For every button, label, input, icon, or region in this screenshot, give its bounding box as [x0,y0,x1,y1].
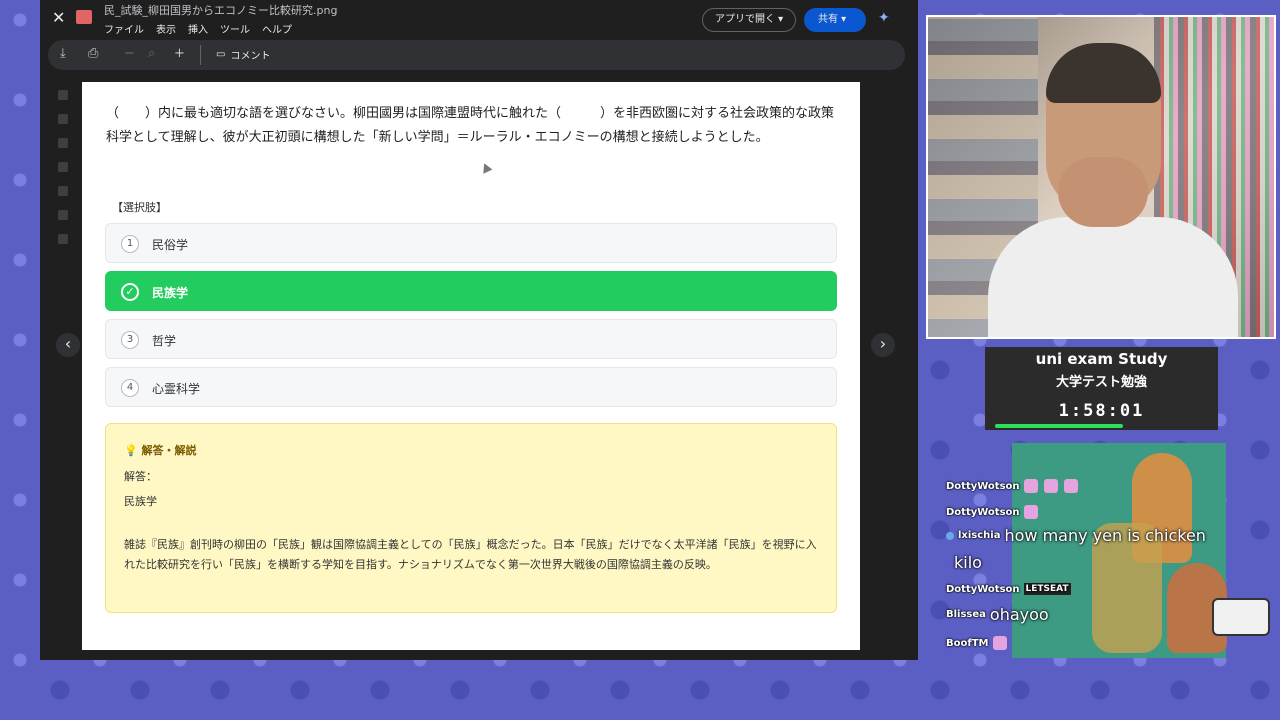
choice-option-3[interactable]: 3 哲学 [105,319,837,359]
gemini-icon[interactable]: ✦ [878,10,890,26]
choice-option-4[interactable]: 4 心霊科学 [105,367,837,407]
chat-message: DottyWotson [946,479,1080,493]
timer-title-ja: 大学テスト勉強 [1055,375,1147,390]
choice-number: 4 [121,379,139,397]
study-timer: uni exam Study 大学テスト勉強 1:58:01 [985,347,1218,430]
stream-chat: DottyWotson DottyWotson lxischia how man… [946,443,1227,658]
chat-message: DottyWotson [946,505,1040,519]
left-rail [58,90,74,258]
rail-icon [58,210,68,220]
document-page: （ ）内に最も適切な語を選びなさい。柳田國男は国際連盟時代に触れた（ ）を非西欧… [82,82,860,650]
chat-background-art [1012,443,1227,658]
check-icon: ✓ [121,283,139,301]
choices-label: 【選択肢】 [112,201,167,214]
menu-bar: ファイル 表示 挿入 ツール ヘルプ [104,21,292,36]
rail-icon [58,234,68,244]
title-bar: ✕ 民_試験_柳田国男からエコノミー比較研究.png ファイル 表示 挿入 ツー… [40,0,918,40]
webcam-feed [926,15,1276,339]
emote-icon [1023,505,1038,519]
answer-title: 💡 解答・解説 [124,444,197,457]
file-name: 民_試験_柳田国男からエコノミー比較研究.png [104,4,338,17]
choice-text: 哲学 [152,334,177,348]
chat-username: DottyWotson [946,506,1020,518]
close-icon[interactable]: ✕ [52,8,65,27]
emote-icon [1043,479,1058,493]
menu-view[interactable]: 表示 [156,21,176,36]
choice-text: 民俗学 [152,238,189,252]
chat-username: Blissea [946,609,986,620]
chat-message: BoofTM [946,636,1009,650]
answer-label: 解答： [124,470,157,483]
streamer-body [988,217,1238,337]
emote-icon [992,636,1007,650]
chat-text-continuation: kilo [954,553,982,572]
emote-icon [1063,479,1078,493]
chat-username: DottyWotson [946,583,1020,595]
answer-explanation: 雑誌『民族』創刊時の柳田の「民族」観は国際協調主義としての「民族」概念だった。日… [124,538,817,571]
zoom-out-icon[interactable]: − [124,46,135,61]
streamer-hair [1046,43,1161,103]
chat-username: BoofTM [946,637,989,649]
toolbar-divider [200,45,201,65]
pixel-cat-sprite [1212,598,1270,636]
zoom-in-icon[interactable]: + [174,46,185,61]
open-in-app-button[interactable]: アプリで開く ▾ [702,8,797,32]
comment-button[interactable]: ▭ コメント [216,47,270,62]
timer-progress-bar [995,424,1123,428]
emote-icon [1023,479,1038,493]
comment-icon: ▭ [216,49,226,60]
menu-insert[interactable]: 挿入 [188,21,208,36]
question-text: （ ）内に最も適切な語を選びなさい。柳田國男は国際連盟時代に触れた（ ）を非西欧… [106,106,835,145]
chat-username: lxischia [958,530,1001,541]
timer-title-en: uni exam Study [1035,350,1168,368]
chat-username: DottyWotson [946,480,1020,492]
chat-message: lxischia how many yen is chicken [946,526,1206,545]
user-badge-icon [946,531,954,540]
choice-option-2[interactable]: ✓ 民族学 [105,271,837,311]
comment-label: コメント [230,51,271,62]
menu-tools[interactable]: ツール [220,21,250,36]
rail-icon [58,114,68,124]
chat-text: how many yen is chicken [1004,526,1206,545]
chat-message: DottyWotson LETSEAT [946,583,1071,595]
emote-letseat: LETSEAT [1023,583,1071,595]
menu-file[interactable]: ファイル [104,21,144,36]
rail-icon [58,162,68,172]
print-icon[interactable]: ⎙ [88,46,98,61]
answer-value: 民族学 [124,495,157,508]
choice-number: 1 [121,235,139,253]
timer-time: 1:58:01 [1058,401,1145,421]
choice-text: 民族学 [152,286,189,300]
streamer-hand [1058,157,1148,227]
rail-icon [58,138,68,148]
answer-explanation-box: 💡 解答・解説 解答： 民族学 雑誌『民族』創刊時の柳田の「民族」観は国際協調主… [105,423,837,613]
share-button[interactable]: 共有 ▾ [804,8,866,32]
menu-help[interactable]: ヘルプ [262,21,292,36]
download-icon[interactable]: ⤓ [60,46,66,61]
zoom-icon[interactable]: ⌕ [148,46,155,61]
rail-icon [58,90,68,100]
image-file-icon [76,10,92,24]
next-arrow-icon[interactable]: › [871,333,895,357]
choice-text: 心霊科学 [152,382,201,396]
chat-message: Blissea ohayoo [946,605,1049,624]
choice-option-1[interactable]: 1 民俗学 [105,223,837,263]
chat-text: ohayoo [989,605,1049,624]
previous-arrow-icon[interactable]: ‹ [56,333,80,357]
viewer-toolbar: ⤓ ⎙ − ⌕ + ▭ コメント [48,40,905,70]
rail-icon [58,186,68,196]
choice-number: 3 [121,331,139,349]
